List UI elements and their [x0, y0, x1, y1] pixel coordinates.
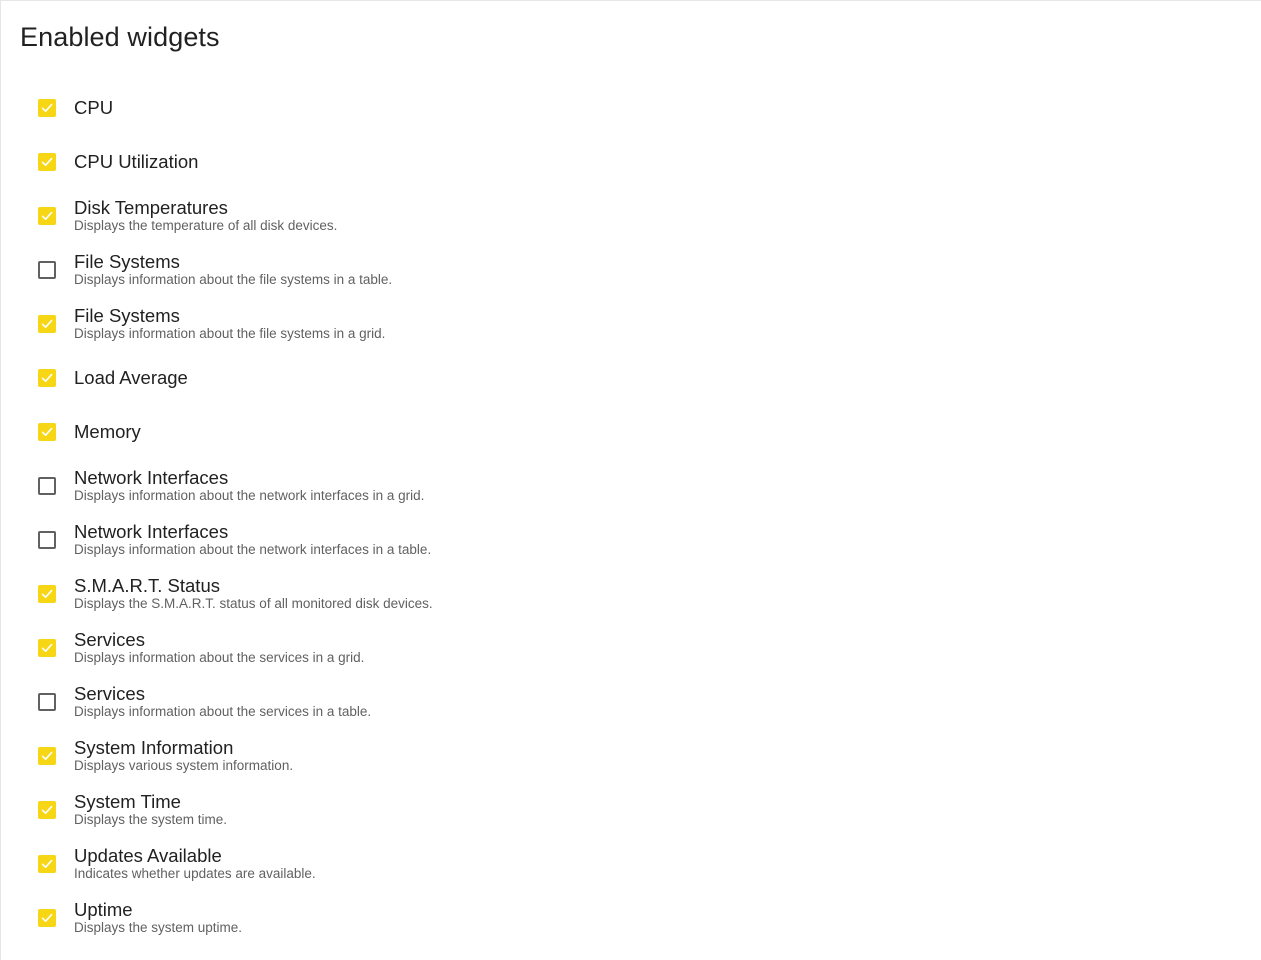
widget-label: System Time Displays the system time.: [74, 783, 227, 837]
checkmark-icon: [41, 427, 53, 436]
widget-checkbox[interactable]: [38, 423, 56, 441]
widget-description: Displays various system information.: [74, 758, 294, 773]
widget-title: Services: [74, 683, 145, 704]
widget-row[interactable]: CPU: [1, 81, 701, 135]
panel-title: Enabled widgets: [20, 22, 220, 52]
widget-checkbox[interactable]: [38, 531, 56, 549]
widget-label: CPU Utilization: [74, 135, 198, 189]
widget-checkbox[interactable]: [38, 261, 56, 279]
widget-checkbox[interactable]: [38, 153, 56, 171]
widget-list: CPU CPU Utilization Disk Temperatures Di…: [1, 81, 701, 945]
checkmark-icon: [41, 913, 53, 922]
checkmark-icon: [41, 211, 53, 220]
widget-title: CPU: [74, 97, 114, 118]
widget-title: CPU Utilization: [74, 151, 199, 172]
widget-row[interactable]: File Systems Displays information about …: [1, 297, 701, 351]
checkmark-icon: [41, 103, 53, 112]
widget-row[interactable]: Network Interfaces Displays information …: [1, 513, 701, 567]
widget-title: Network Interfaces: [74, 467, 229, 488]
widget-checkbox[interactable]: [38, 369, 56, 387]
widget-title: Memory: [74, 421, 141, 442]
widget-label: Network Interfaces Displays information …: [74, 459, 424, 513]
widget-checkbox[interactable]: [38, 747, 56, 765]
widget-title: Load Average: [74, 367, 188, 388]
checkmark-icon: [41, 373, 53, 382]
widget-row[interactable]: System Information Displays various syst…: [1, 729, 701, 783]
checkmark-icon: [41, 805, 53, 814]
widget-description: Indicates whether updates are available.: [74, 866, 316, 881]
widget-label: Services Displays information about the …: [74, 621, 364, 675]
widget-row[interactable]: Services Displays information about the …: [1, 675, 701, 729]
widget-row[interactable]: Load Average: [1, 351, 701, 405]
widget-label: Load Average: [74, 351, 188, 405]
widget-checkbox[interactable]: [38, 99, 56, 117]
widget-description: Displays the system uptime.: [74, 920, 243, 935]
widget-checkbox[interactable]: [38, 801, 56, 819]
widget-title: System Time: [74, 791, 181, 812]
widget-title: File Systems: [74, 305, 180, 326]
widget-checkbox[interactable]: [38, 693, 56, 711]
widget-title: S.M.A.R.T. Status: [74, 575, 220, 596]
widget-title: System Information: [74, 737, 234, 758]
widget-description: Displays information about the services …: [74, 650, 365, 665]
widget-checkbox[interactable]: [38, 207, 56, 225]
widget-description: Displays information about the file syst…: [74, 326, 386, 341]
widget-title: Uptime: [74, 899, 133, 920]
widget-row[interactable]: Memory: [1, 405, 701, 459]
widget-row[interactable]: Services Displays information about the …: [1, 621, 701, 675]
widget-checkbox[interactable]: [38, 639, 56, 657]
widget-description: Displays the temperature of all disk dev…: [74, 218, 338, 233]
widget-label: CPU: [74, 81, 113, 135]
widget-checkbox[interactable]: [38, 315, 56, 333]
checkmark-icon: [41, 643, 53, 652]
widget-label: Memory: [74, 405, 141, 459]
widget-checkbox[interactable]: [38, 909, 56, 927]
widget-checkbox[interactable]: [38, 585, 56, 603]
widget-title: Disk Temperatures: [74, 197, 228, 218]
widget-row[interactable]: File Systems Displays information about …: [1, 243, 701, 297]
widget-label: System Information Displays various syst…: [74, 729, 293, 783]
widget-title: Services: [74, 629, 145, 650]
widget-description: Displays the system time.: [74, 812, 228, 827]
widget-label: Network Interfaces Displays information …: [74, 513, 431, 567]
widget-label: File Systems Displays information about …: [74, 243, 392, 297]
widget-row[interactable]: Network Interfaces Displays information …: [1, 459, 701, 513]
checkmark-icon: [41, 157, 53, 166]
widget-label: Uptime Displays the system uptime.: [74, 891, 242, 945]
widget-row[interactable]: S.M.A.R.T. Status Displays the S.M.A.R.T…: [1, 567, 701, 621]
widget-row[interactable]: System Time Displays the system time.: [1, 783, 701, 837]
widget-row[interactable]: Updates Available Indicates whether upda…: [1, 837, 701, 891]
widget-checkbox[interactable]: [38, 477, 56, 495]
widget-description: Displays information about the services …: [74, 704, 372, 719]
widget-description: Displays the S.M.A.R.T. status of all mo…: [74, 596, 433, 611]
widget-checkbox[interactable]: [38, 855, 56, 873]
widgets-panel: Enabled widgets CPU CPU Utilization Disk…: [0, 0, 1261, 960]
widget-label: Disk Temperatures Displays the temperatu…: [74, 189, 337, 243]
widget-row[interactable]: Disk Temperatures Displays the temperatu…: [1, 189, 701, 243]
checkmark-icon: [41, 859, 53, 868]
widget-description: Displays information about the file syst…: [74, 272, 393, 287]
widget-title: File Systems: [74, 251, 180, 272]
checkmark-icon: [41, 751, 53, 760]
widget-label: Services Displays information about the …: [74, 675, 371, 729]
widget-description: Displays information about the network i…: [74, 542, 432, 557]
checkmark-icon: [41, 589, 53, 598]
widget-description: Displays information about the network i…: [74, 488, 425, 503]
widget-label: S.M.A.R.T. Status Displays the S.M.A.R.T…: [74, 567, 433, 621]
widget-label: File Systems Displays information about …: [74, 297, 385, 351]
checkmark-icon: [41, 319, 53, 328]
widget-title: Updates Available: [74, 845, 222, 866]
widget-row[interactable]: CPU Utilization: [1, 135, 701, 189]
widget-label: Updates Available Indicates whether upda…: [74, 837, 316, 891]
widget-row[interactable]: Uptime Displays the system uptime.: [1, 891, 701, 945]
widget-title: Network Interfaces: [74, 521, 229, 542]
